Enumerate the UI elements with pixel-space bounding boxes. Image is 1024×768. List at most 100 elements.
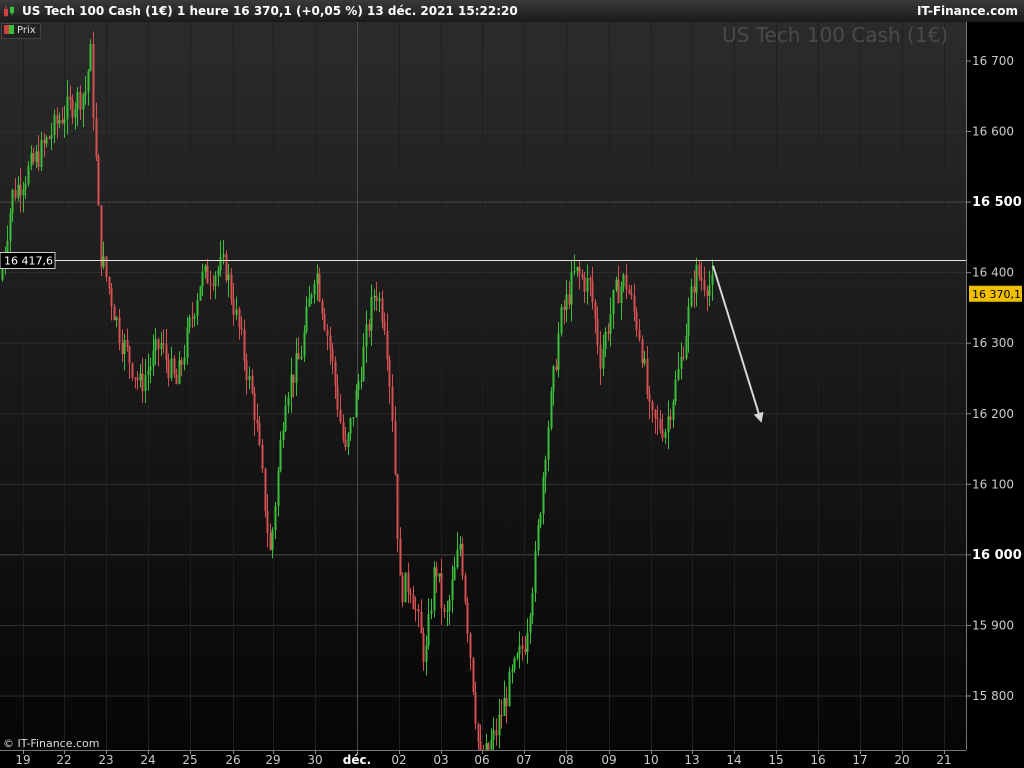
candle-body (490, 739, 493, 750)
candle-body (591, 281, 594, 303)
candle-body (446, 610, 449, 612)
candle-body (550, 391, 553, 428)
candle-body (45, 137, 48, 144)
candle-body (503, 697, 506, 716)
candle (401, 572, 404, 608)
candle-body (17, 184, 20, 198)
candle-body (362, 346, 365, 381)
candle (550, 387, 553, 431)
candle-body (123, 339, 126, 354)
candle-body (518, 645, 521, 655)
candle-body (622, 274, 625, 287)
candle (89, 39, 92, 72)
candle-body (235, 309, 238, 315)
candle-body (430, 610, 433, 614)
x-tick-label: 06 (474, 753, 489, 767)
candle-body (154, 339, 157, 351)
candle-body (422, 633, 425, 662)
chart-title: US Tech 100 Cash (1€) 1 heure 16 370,1 (… (22, 4, 518, 18)
candle-body (144, 375, 147, 392)
candle-body (87, 71, 90, 92)
candle-body (89, 43, 92, 72)
candle-body (196, 299, 199, 317)
candle-body (212, 284, 215, 286)
candle-body (95, 118, 98, 157)
candle-body (477, 723, 480, 742)
candle-body (375, 295, 378, 302)
candle-body (344, 439, 347, 448)
candle-body (646, 358, 649, 395)
candle-body (258, 423, 261, 445)
candle-body (82, 94, 85, 110)
candle-body (295, 353, 298, 383)
candle-body (672, 401, 675, 420)
candle-body (487, 743, 490, 750)
candle-body (186, 327, 189, 358)
candle-body (511, 669, 514, 672)
candle-body (534, 550, 537, 593)
candle-body (464, 575, 467, 603)
price-chart[interactable]: 16 417,6 16 70016 60016 50016 40016 3001… (0, 22, 1024, 768)
candle-body (40, 140, 43, 168)
candle-body (664, 432, 667, 438)
candle-body (261, 444, 264, 469)
candle-body (22, 189, 25, 196)
candle-body (516, 654, 519, 659)
x-tick-label: 23 (98, 753, 113, 767)
candle-body (217, 269, 220, 276)
candle-body (542, 476, 545, 514)
candle-body (37, 151, 40, 168)
legend[interactable]: Prix (1, 23, 41, 39)
candle-body (53, 115, 56, 136)
candle-body (32, 153, 35, 162)
candle-body (136, 377, 139, 381)
x-tick-label: 26 (225, 753, 240, 767)
candle-body (43, 140, 46, 144)
candle-body (641, 339, 644, 364)
x-tick-label: 17 (852, 753, 867, 767)
candle-body (214, 275, 217, 286)
x-tick-label: 03 (433, 753, 448, 767)
candle-body (342, 421, 345, 440)
candle-body (625, 274, 628, 290)
candlestick-icon (4, 6, 14, 17)
x-tick-label: 24 (140, 753, 155, 767)
candle-body (9, 213, 12, 241)
candle-body (71, 100, 74, 118)
candle (461, 537, 464, 580)
candle (433, 561, 436, 618)
candle-body (76, 91, 79, 110)
candle-body (596, 318, 599, 345)
candle-body (110, 288, 113, 307)
reference-label: 16 417,6 (4, 255, 53, 268)
candle-body (323, 314, 326, 330)
candle-body (674, 379, 677, 402)
candle-body (630, 293, 633, 296)
candle-body (74, 109, 77, 118)
candle-body (69, 96, 72, 101)
candle-body (555, 366, 558, 370)
candle-body (160, 343, 163, 350)
candle-body (219, 257, 222, 270)
candle-body (612, 290, 615, 315)
candle-body (578, 266, 581, 275)
x-tick-label: 21 (936, 753, 951, 767)
candle-body (474, 692, 477, 724)
candle-body (347, 433, 350, 448)
candle-body (30, 153, 33, 167)
candle-body (698, 264, 701, 277)
candle-body (620, 286, 623, 303)
candle-body (677, 368, 680, 380)
last-price-label: 16 370,1 (972, 288, 1021, 301)
candle-body (495, 730, 498, 736)
candle-body (97, 156, 100, 206)
candle-body (711, 274, 714, 286)
candle-body (121, 342, 124, 354)
candle (560, 303, 563, 337)
candle-body (407, 572, 410, 593)
x-tick-label: 15 (768, 753, 783, 767)
candle-body (11, 190, 14, 214)
candle-body (357, 381, 360, 390)
title-bar: US Tech 100 Cash (1€) 1 heure 16 370,1 (… (0, 0, 1024, 23)
candle-body (435, 567, 438, 577)
